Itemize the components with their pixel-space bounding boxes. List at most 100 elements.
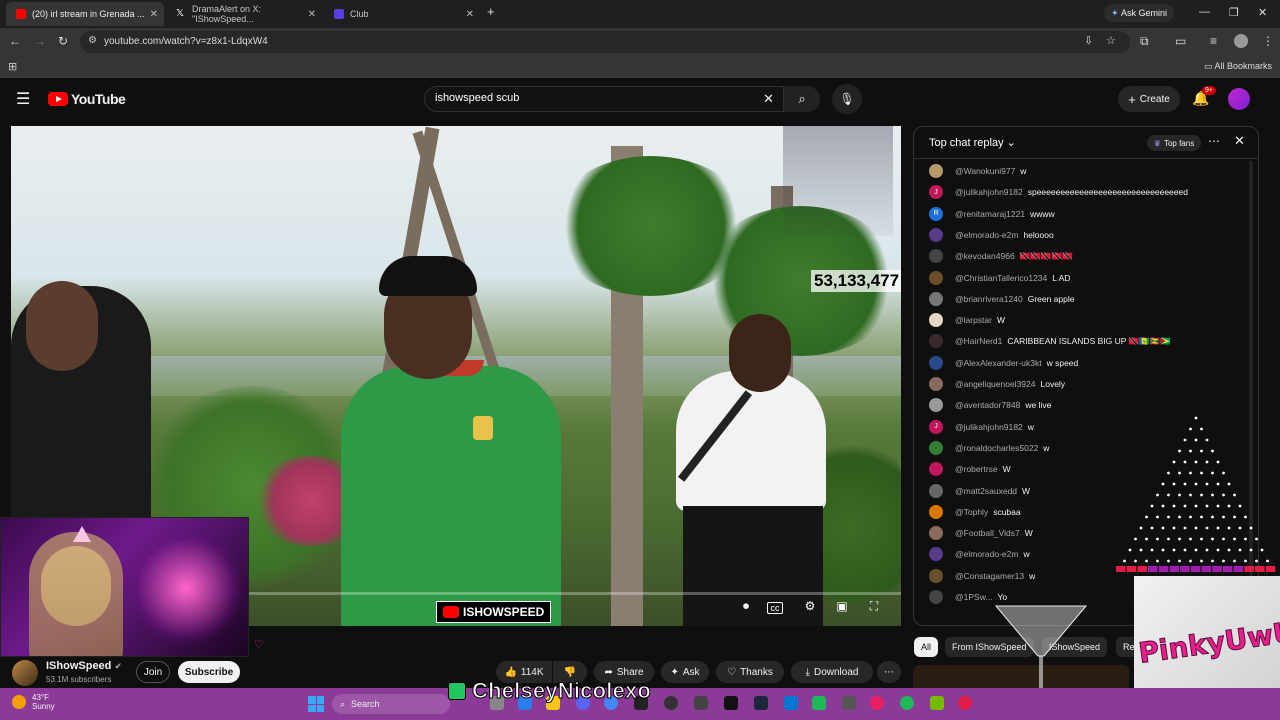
chat-message[interactable]: @AlexAlexander-uk3kt w speed (929, 353, 1078, 373)
chat-author-avatar[interactable] (929, 398, 943, 413)
chat-author[interactable]: @AlexAlexander-uk3kt (955, 358, 1042, 368)
maximize-button[interactable]: ❐ (1229, 6, 1239, 19)
tab-youtube-stream[interactable]: (20) irl stream in Grenada ... ✕ (6, 2, 164, 26)
account-avatar[interactable] (1228, 88, 1250, 110)
download-button[interactable]: ⤓ Download (791, 661, 873, 683)
chat-author-avatar[interactable]: R (929, 206, 943, 221)
chat-author[interactable]: @elmorado-e2m (955, 230, 1018, 240)
chat-author[interactable]: @Wanokuni977 (955, 166, 1015, 176)
chat-message[interactable]: @ChristianTallerico1234 L AD (929, 268, 1070, 288)
channel-avatar[interactable] (12, 660, 38, 686)
chat-author[interactable]: @julikahjohn9182 (955, 422, 1023, 432)
chat-author-avatar[interactable] (929, 334, 943, 349)
chip-all[interactable]: All (914, 637, 939, 657)
chat-author[interactable]: @Football_Vids7 (955, 528, 1020, 538)
join-button[interactable]: Join (136, 661, 170, 683)
reload-icon[interactable]: ↻ (58, 34, 68, 48)
fullscreen-icon[interactable]: ⛶ (863, 599, 885, 614)
chat-message[interactable]: @angeliquenoel3924 Lovely (929, 374, 1065, 394)
chat-mode-dropdown[interactable]: Top chat replay ⌄ (929, 136, 1016, 149)
chat-message[interactable]: @kevodan4966 🇹🇹🇹🇹🇹🇹🇹🇹🇹🇹 (929, 246, 1073, 266)
create-button[interactable]: + Create (1118, 86, 1180, 112)
chat-author[interactable]: @elmorado-e2m (955, 549, 1018, 559)
chat-message[interactable]: R @renitamaraj1221 wwww (929, 204, 1055, 224)
g-hub-icon[interactable] (724, 696, 738, 710)
more-actions-button[interactable]: ⋯ (877, 661, 901, 683)
sidepanel-icon[interactable]: ▭ (1175, 34, 1186, 48)
chat-author[interactable]: @larpstar (955, 315, 992, 325)
channel-name[interactable]: IShowSpeed ✔ (46, 660, 122, 672)
chat-author[interactable]: @matt2sauxedd (955, 486, 1017, 496)
spotify-icon[interactable] (900, 696, 914, 710)
chat-author-avatar[interactable]: J (929, 185, 943, 200)
chat-message[interactable]: @elmorado-e2m heloooo (929, 225, 1054, 245)
chat-author-avatar[interactable] (929, 526, 943, 541)
chat-author[interactable]: @brianrivera1240 (955, 294, 1023, 304)
chat-author-avatar[interactable] (929, 462, 943, 477)
chat-author[interactable]: @julikahjohn9182 (955, 187, 1023, 197)
clear-search-icon[interactable]: ✕ (763, 91, 774, 107)
chat-author-avatar[interactable] (929, 227, 943, 242)
chat-author[interactable]: @HairNerd1 (955, 336, 1002, 346)
bookmark-star-icon[interactable]: ☆ (1106, 34, 1116, 47)
top-fans-button[interactable]: ♛ Top fans (1147, 135, 1201, 151)
chat-author-avatar[interactable] (929, 355, 943, 370)
hamburger-menu-icon[interactable]: ☰ (16, 89, 30, 109)
chat-author[interactable]: @ChristianTallerico1234 (955, 273, 1047, 283)
back-icon[interactable]: ← (9, 34, 21, 48)
chat-author-avatar[interactable] (929, 590, 943, 604)
chat-author-avatar[interactable] (929, 504, 943, 519)
site-info-icon[interactable]: ⚙ (88, 35, 97, 46)
settings-gear-icon[interactable]: ⚙ (799, 599, 821, 613)
chat-close-icon[interactable]: ✕ (1234, 133, 1245, 149)
app-icon[interactable] (664, 696, 678, 710)
forward-icon[interactable]: → (34, 34, 46, 48)
weather-widget[interactable]: 43°F Sunny (12, 693, 55, 711)
search-input[interactable] (435, 92, 735, 104)
chat-author-avatar[interactable] (929, 291, 943, 306)
thanks-button[interactable]: ♡ Thanks (716, 661, 784, 683)
chat-author-avatar[interactable] (929, 547, 943, 562)
search-button[interactable]: ⌕ (784, 86, 820, 112)
tab-close-icon[interactable]: ✕ (150, 9, 158, 20)
tab-close-icon[interactable]: ✕ (308, 9, 316, 20)
chat-message[interactable]: J @julikahjohn9182 speeeeeeeeeeeeeeeeeeeee… (929, 182, 1188, 202)
window-close-button[interactable]: ✕ (1258, 6, 1267, 19)
taskbar-search[interactable]: ⌕ Search (332, 694, 450, 714)
app-icon[interactable] (842, 696, 856, 710)
chat-more-icon[interactable]: ⋯ (1208, 134, 1220, 148)
chat-author-avatar[interactable] (929, 440, 943, 455)
chat-author-avatar[interactable] (929, 483, 943, 498)
chat-author[interactable]: @renitamaraj1221 (955, 209, 1025, 219)
chat-author[interactable]: @robertrse (955, 464, 998, 474)
store-icon[interactable] (784, 696, 798, 710)
new-tab-button[interactable]: + (487, 4, 495, 19)
media-icon[interactable]: ≡ (1210, 34, 1217, 48)
chat-author[interactable]: @Tophly (955, 507, 988, 517)
tab-close-icon[interactable]: ✕ (466, 9, 474, 20)
youtube-logo[interactable]: YouTube (48, 91, 126, 107)
chat-author-avatar[interactable] (929, 164, 943, 178)
tab-dramaalert[interactable]: 𝕏 DramaAlert on X: "IShowSpeed... ✕ (166, 2, 322, 26)
chat-message[interactable]: @aventador7848 we live (929, 395, 1051, 415)
chat-author-avatar[interactable] (929, 249, 943, 264)
app-icon[interactable] (694, 696, 708, 710)
app-icon[interactable] (812, 696, 826, 710)
chat-author-avatar[interactable] (929, 377, 943, 391)
all-bookmarks-button[interactable]: ▭ All Bookmarks (1204, 61, 1272, 72)
chat-author-avatar[interactable]: J (929, 419, 943, 434)
chat-message[interactable]: @Football_Vids7 W (929, 523, 1033, 543)
omnibox[interactable]: ⚙ youtube.com/watch?v=z8x1-LdqxW4 ⇩ ☆ (80, 31, 1130, 53)
minimize-button[interactable]: — (1199, 6, 1210, 18)
subscribe-button[interactable]: Subscribe (178, 661, 240, 683)
apps-grid-icon[interactable]: ⊞ (8, 60, 17, 73)
tab-club[interactable]: Club ✕ (324, 2, 480, 26)
chat-message[interactable]: J @julikahjohn9182 w (929, 417, 1034, 437)
chat-message[interactable]: @Tophly scubaa (929, 502, 1021, 522)
extensions-icon[interactable]: ⧉ (1140, 34, 1149, 49)
chat-message[interactable]: @Constagamer13 w (929, 566, 1035, 586)
voice-search-button[interactable]: 🎙 (832, 84, 862, 114)
miniplayer-icon[interactable]: ▣ (831, 599, 853, 613)
chat-author-avatar[interactable] (929, 313, 943, 328)
chat-message[interactable]: @HairNerd1 CARIBBEAN ISLANDS BIG UP 🇹🇹🇻🇨🇬… (929, 331, 1171, 351)
